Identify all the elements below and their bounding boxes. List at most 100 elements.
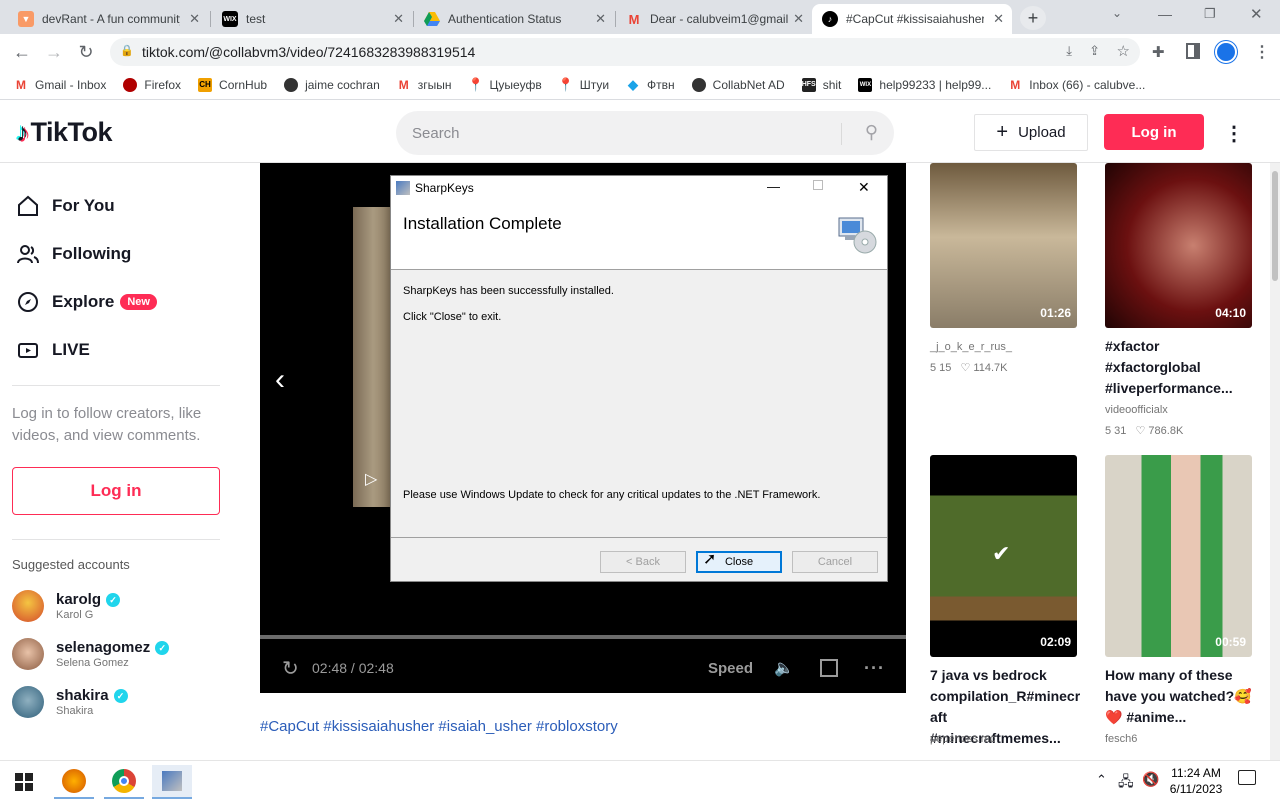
dialog-title-bar[interactable]: SharpKeys — ✕	[391, 176, 887, 200]
video-views: 5 31	[1105, 425, 1127, 437]
video-title[interactable]: How many of these have you watched?🥰 ❤️ …	[1105, 665, 1252, 728]
dialog-close-icon[interactable]: ✕	[858, 179, 870, 196]
bookmark-item[interactable]: CH CornHub	[198, 77, 267, 92]
video-title[interactable]: #xfactor #xfactorglobal #liveperformance…	[1105, 336, 1252, 399]
video-likes: 786.8K	[1148, 425, 1184, 437]
installer-taskbar-icon[interactable]	[152, 765, 192, 799]
video-author[interactable]: videoofficialx	[1105, 404, 1168, 416]
account-display-name: Shakira	[56, 705, 94, 717]
video-hashtags[interactable]: #CapCut #kissisaiahusher #isaiah_usher #…	[260, 718, 618, 735]
login-button[interactable]: Log in	[1104, 114, 1204, 150]
bookmark-item[interactable]: 📍 Штуи	[558, 77, 609, 92]
bookmark-item[interactable]: HFS shit	[801, 77, 841, 92]
back-button[interactable]: < Back	[600, 551, 686, 573]
avatar	[12, 686, 44, 718]
bookmark-item[interactable]: ◆ Фтвн	[626, 77, 675, 92]
browser-tab-test[interactable]: WIX test ✕	[212, 4, 412, 34]
browser-tab-bar: ▼ devRant - A fun community ✕ WIX test ✕…	[0, 0, 1280, 34]
upload-button[interactable]: + Upload	[974, 114, 1088, 151]
dialog-text-update-notice: Please use Windows Update to check for a…	[403, 489, 821, 501]
nav-explore[interactable]: Explore New	[16, 290, 157, 314]
bookmark-item[interactable]: CollabNet AD	[691, 77, 785, 92]
share-icon[interactable]: ⇪	[1089, 43, 1100, 59]
bookmark-item[interactable]: WIX help99233 | help99...	[858, 77, 991, 92]
bookmark-item[interactable]: Mзгыын	[397, 78, 452, 92]
tray-chevron-icon[interactable]: ⌃	[1096, 772, 1107, 788]
tiktok-logo[interactable]: ♪ TikTok	[16, 117, 113, 148]
bookmark-item[interactable]: jaime cochran	[284, 77, 380, 92]
nav-following[interactable]: Following	[16, 242, 131, 266]
bookmark-item[interactable]: Firefox	[123, 77, 181, 92]
install-app-icon[interactable]: ⤓	[1066, 43, 1072, 59]
close-icon[interactable]: ✕	[595, 11, 606, 27]
fullscreen-icon[interactable]	[820, 659, 838, 677]
video-thumbnail[interactable]: 00:59	[1105, 455, 1252, 657]
play-icon[interactable]: ▷	[365, 469, 377, 489]
tab-title: devRant - A fun community	[42, 12, 180, 26]
side-panel-icon[interactable]	[1186, 43, 1200, 59]
bookmark-item[interactable]: M Gmail - Inbox	[14, 78, 106, 92]
more-options-icon[interactable]: ···	[864, 658, 885, 679]
bookmark-item[interactable]: M Inbox (66) - calubve...	[1008, 78, 1145, 92]
system-clock[interactable]: 11:24 AM 6/11/2023	[1164, 765, 1228, 797]
plus-icon: +	[996, 121, 1009, 143]
page-scrollbar[interactable]	[1270, 163, 1280, 760]
address-bar[interactable]: 🔒 tiktok.com/@collabvm3/video/7241683283…	[110, 38, 1140, 66]
previous-video-arrow-icon[interactable]: ‹	[275, 363, 285, 397]
video-author[interactable]: pepenoss.mc	[930, 733, 995, 745]
new-tab-icon[interactable]: +	[1020, 6, 1046, 30]
chrome-menu-icon[interactable]: ⋮	[1254, 42, 1270, 62]
reload-icon[interactable]: ↻	[74, 40, 98, 64]
windows-start-icon[interactable]	[4, 765, 44, 799]
sidebar-login-button[interactable]: Log in	[12, 467, 220, 515]
back-arrow-icon[interactable]: ←	[10, 40, 34, 64]
maximize-icon	[813, 180, 823, 190]
browser-tab-authentication[interactable]: Authentication Status ✕	[414, 4, 614, 34]
volume-muted-icon[interactable]: 🔇	[1142, 771, 1159, 788]
volume-icon[interactable]: 🔈	[774, 658, 794, 678]
window-close-icon[interactable]: ✕	[1250, 5, 1263, 23]
dialog-body: SharpKeys has been successfully installe…	[391, 271, 887, 536]
notifications-icon[interactable]	[1238, 770, 1256, 785]
minimize-icon[interactable]: —	[1158, 6, 1172, 22]
replay-icon[interactable]: ↻	[282, 656, 299, 681]
close-icon[interactable]: ✕	[993, 11, 1004, 27]
speed-button[interactable]: Speed	[708, 660, 753, 677]
bookmark-star-icon[interactable]: ☆	[1117, 42, 1130, 60]
video-author[interactable]: _j_o_k_e_r_rus_	[930, 341, 1012, 353]
close-icon[interactable]: ✕	[793, 11, 804, 27]
cancel-button[interactable]: Cancel	[792, 551, 878, 573]
suggested-account-karolg[interactable]: karolg ✓ Karol G	[12, 590, 121, 622]
video-author[interactable]: fesch6	[1105, 733, 1137, 745]
search-icon[interactable]: ⚲	[865, 122, 878, 143]
tab-search-chevron-icon[interactable]: ⌄	[1112, 6, 1122, 20]
extensions-puzzle-icon[interactable]: ✚	[1152, 43, 1165, 61]
logo-text: TikTok	[30, 117, 113, 147]
video-progress-bar[interactable]	[260, 635, 906, 639]
video-thumbnail[interactable]: 04:10	[1105, 163, 1252, 328]
network-icon[interactable]: 🖧	[1118, 771, 1134, 795]
browser-tab-tiktok[interactable]: ♪ #CapCut #kissisaiahusher ✕	[812, 4, 1012, 34]
minimize-icon[interactable]: —	[767, 179, 780, 194]
forward-arrow-icon[interactable]: →	[42, 40, 66, 64]
search-input[interactable]: Search ⚲	[396, 111, 894, 155]
video-likes: 114.7K	[973, 362, 1008, 374]
video-thumbnail[interactable]: 01:26	[930, 163, 1077, 328]
suggested-account-selenagomez[interactable]: selenagomez ✓ Selena Gomez	[12, 638, 170, 670]
nav-live[interactable]: LIVE	[16, 338, 90, 362]
profile-avatar[interactable]	[1215, 41, 1237, 63]
more-options-icon[interactable]: ⋮	[1224, 121, 1244, 146]
firefox-taskbar-icon[interactable]	[54, 765, 94, 799]
restore-icon[interactable]: ❐	[1204, 6, 1216, 22]
bookmark-item[interactable]: 📍 Цуыеуфв	[467, 77, 541, 92]
close-icon[interactable]: ✕	[189, 11, 200, 27]
suggested-account-shakira[interactable]: shakira ✓ Shakira	[12, 686, 128, 718]
video-thumbnail[interactable]: ✔ 02:09	[930, 455, 1077, 657]
nav-for-you[interactable]: For You	[16, 194, 115, 218]
close-icon[interactable]: ✕	[393, 11, 404, 27]
video-views: 5 15	[930, 362, 952, 374]
browser-tab-devrant[interactable]: ▼ devRant - A fun community ✕	[8, 4, 208, 34]
chrome-taskbar-icon[interactable]	[104, 765, 144, 799]
dialog-heading: Installation Complete	[403, 214, 562, 233]
browser-tab-gmail[interactable]: M Dear - calubveim1@gmail ✕	[616, 4, 812, 34]
